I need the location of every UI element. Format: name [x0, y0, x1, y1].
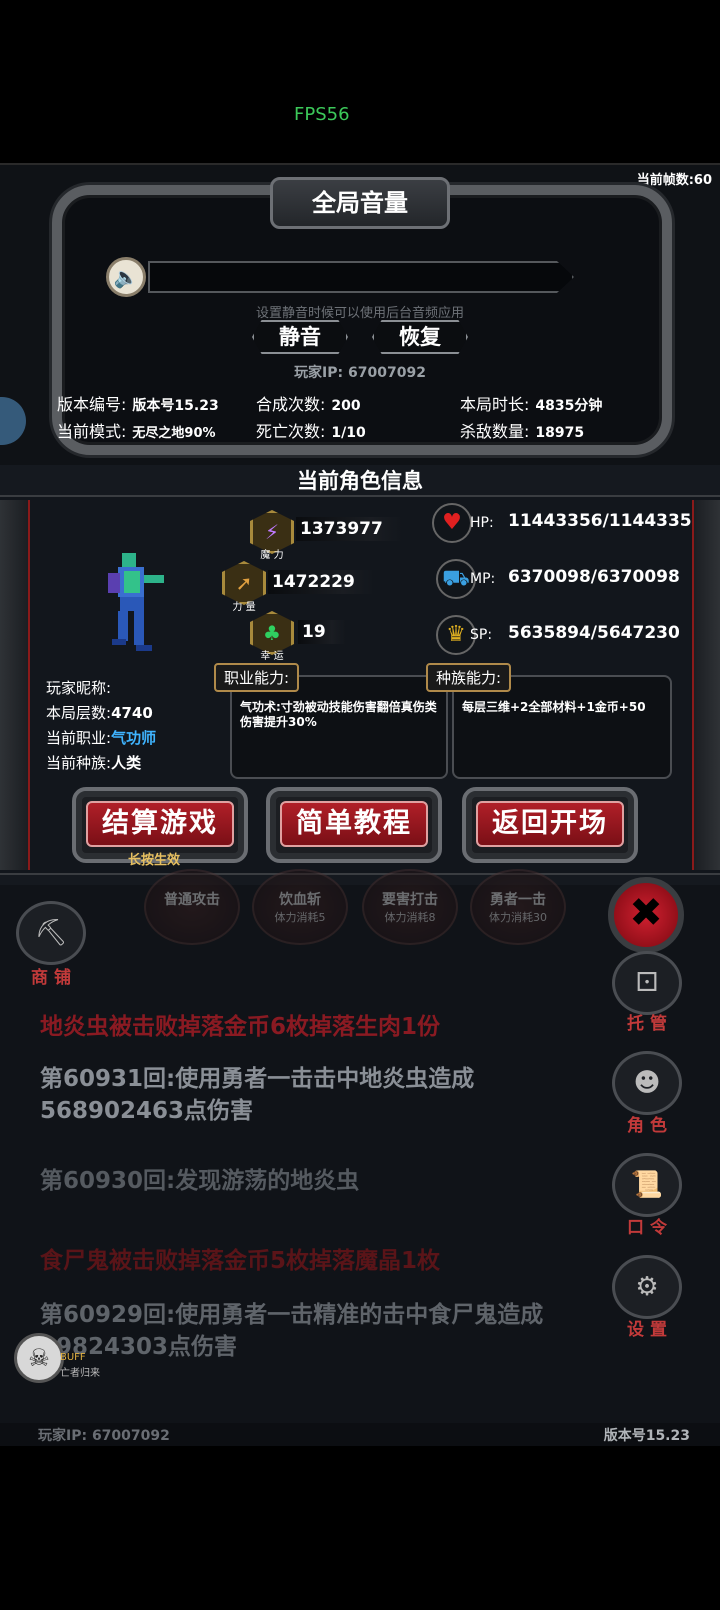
mute-button[interactable]: 静音 — [252, 320, 348, 354]
skill-brave-strike[interactable]: 勇者一击 体力消耗30 — [470, 869, 566, 945]
code-label: 口 令 — [627, 1218, 667, 1238]
volume-title: 全局音量 — [270, 177, 450, 229]
settle-hint: 长按生效 — [128, 853, 181, 868]
player-job: 当前职业:气功师 — [46, 729, 157, 747]
volume-hint: 设置静音时候可以使用后台音频应用 — [255, 306, 464, 321]
stat-mode: 当前模式: 无尽之地90% — [57, 422, 216, 441]
magic-value: 1373977 — [296, 517, 403, 541]
shop-label: 商 铺 — [31, 968, 71, 988]
magic-caption: 魔 力 — [260, 550, 284, 561]
character-sprite[interactable] — [104, 549, 170, 653]
skull-icon[interactable]: ☠ — [14, 1333, 64, 1383]
mp-label: MP: — [470, 571, 496, 587]
job-ability-text: 气功术:寸劲被动技能伤害翻倍真伤类伤害提升30% — [240, 700, 437, 729]
shop-icon[interactable]: ⛏ — [16, 901, 86, 965]
player-floor: 本局层数:4740 — [46, 704, 153, 722]
auto-label: 托 管 — [627, 1014, 667, 1034]
stat-version: 版本编号: 版本号15.23 — [57, 395, 219, 414]
frame-left — [0, 500, 30, 870]
skill-vital-strike[interactable]: 要害打击 体力消耗8 — [362, 869, 458, 945]
race-ability-header: 种族能力: — [426, 663, 512, 692]
tutorial-button[interactable]: 简单教程 — [266, 787, 442, 863]
role-label: 角 色 — [627, 1116, 667, 1136]
sp-value: 5635894/5647230 — [508, 623, 680, 643]
hp-label: HP: — [470, 515, 494, 531]
stat-deaths: 死亡次数: 1/10 — [256, 422, 366, 441]
stat-kills: 杀敌数量: 18975 — [460, 422, 585, 441]
role-icon[interactable]: ☻ — [612, 1051, 682, 1115]
skill-normal-attack[interactable]: 普通攻击 — [144, 869, 240, 945]
mp-value: 6370098/6370098 — [508, 567, 680, 587]
player-nickname: 玩家昵称: — [46, 679, 112, 697]
skill-blood-slash[interactable]: 饮血斩 体力消耗5 — [252, 869, 348, 945]
stat-duration: 本局时长: 4835分钟 — [460, 395, 603, 414]
player-ip: 玩家IP: 67007092 — [294, 365, 426, 381]
log-entry: 第60930回:发现游荡的地炎虫 — [40, 1168, 360, 1194]
gear-icon[interactable]: ⚙ — [612, 1255, 682, 1319]
restore-button[interactable]: 恢复 — [372, 320, 468, 354]
footer-ip: 玩家IP: 67007092 — [38, 1428, 170, 1444]
dice-icon[interactable]: ⚀ — [612, 951, 682, 1015]
sp-label: SP: — [470, 627, 493, 643]
buff-label: BUFF — [60, 1352, 86, 1363]
player-race: 当前种族:人类 — [46, 754, 142, 772]
current-fps: 当前帧数:60 — [636, 173, 712, 188]
fps-counter: FPS56 — [294, 104, 350, 125]
log-entry: 第60931回:使用勇者一击击中地炎虫造成568902463点伤害 — [40, 1066, 475, 1124]
game-screen: 当前帧数:60 全局音量 🔈 设置静音时候可以使用后台音频应用 静音 恢复 玩家… — [0, 163, 720, 1446]
strength-caption: 力 量 — [232, 602, 256, 613]
log-entry: 第60929回:使用勇者一击精准的击中食尸鬼造成19824303点伤害 — [40, 1302, 544, 1360]
log-entry: 食尸鬼被击败掉落金币5枚掉落魔晶1枚 — [40, 1248, 441, 1274]
speaker-icon[interactable]: 🔈 — [106, 257, 146, 297]
character-header: 当前角色信息 — [297, 469, 423, 493]
strength-value: 1472229 — [268, 570, 375, 594]
luck-value: 19 — [298, 620, 346, 644]
footer-version: 版本号15.23 — [603, 1428, 690, 1444]
close-icon[interactable]: ✖ — [608, 877, 684, 953]
heart-icon: ♥ — [432, 503, 472, 543]
job-ability-header: 职业能力: — [214, 663, 300, 692]
settings-label: 设 置 — [627, 1320, 667, 1340]
stat-synth: 合成次数: 200 — [256, 395, 361, 414]
frame-right — [692, 500, 720, 870]
log-entry: 地炎虫被击败掉落金币6枚掉落生肉1份 — [40, 1014, 441, 1040]
buff-name: 亡者归来 — [60, 1368, 100, 1379]
scroll-icon[interactable]: 📜 — [612, 1153, 682, 1217]
volume-slider[interactable] — [148, 261, 574, 293]
back-button[interactable]: 返回开场 — [462, 787, 638, 863]
race-ability-text: 每层三维+2全部材料+1金币+50 — [462, 700, 646, 714]
luck-caption: 幸 运 — [260, 651, 284, 662]
hp-value: 11443356/11443356 — [508, 511, 692, 531]
